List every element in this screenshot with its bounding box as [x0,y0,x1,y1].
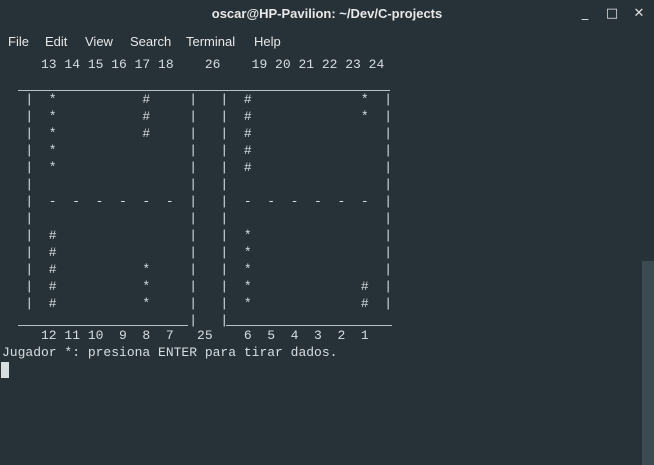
menu-view[interactable]: View [85,34,113,49]
maximize-button[interactable]: □ [603,5,621,23]
title-bar[interactable]: oscar@HP-Pavilion: ~/Dev/C-projects _ □ … [0,0,654,30]
board-row: | * | | # | [2,160,393,175]
board-row: | * # | | # * | [2,109,393,124]
menu-edit[interactable]: Edit [45,34,67,49]
text-cursor [1,362,9,378]
menu-terminal[interactable]: Terminal [186,34,235,49]
minimize-button[interactable]: _ [576,5,594,23]
close-button[interactable]: ✕ [630,5,648,23]
board-row: | | | | [2,211,393,226]
board-row: | # | | * | [2,245,393,260]
terminal-output[interactable]: 13 14 15 16 17 18 26 19 20 21 22 23 24 |… [0,54,641,465]
menu-file[interactable]: File [8,34,29,49]
board-bottom-border-left [18,325,188,326]
board-bottom-border-right [226,325,392,326]
board-row: | | | | [2,177,393,192]
board-row: | * # | | # * | [2,92,393,107]
board-top-border [18,90,390,91]
board-row: | # * | | * # | [2,296,393,311]
board-row: | * # | | # | [2,126,393,141]
prompt-message: Jugador *: presiona ENTER para tirar dad… [2,345,338,360]
menu-help[interactable]: Help [254,34,281,49]
board-row: | * | | # | [2,143,393,158]
board-middle-row: | - - - - - - | | - - - - - - | [2,194,393,209]
terminal-window: oscar@HP-Pavilion: ~/Dev/C-projects _ □ … [0,0,654,465]
bottom-point-numbers: 12 11 10 9 8 7 25 6 5 4 3 2 1 [2,328,369,343]
window-title: oscar@HP-Pavilion: ~/Dev/C-projects [211,6,443,21]
board-row: | # | | * | [2,228,393,243]
board-row: | # * | | * | [2,262,393,277]
menu-bar: File Edit View Search Terminal Help [0,30,654,54]
board-row: | # * | | * # | [2,279,393,294]
scrollbar-thumb[interactable] [642,261,654,465]
menu-search[interactable]: Search [130,34,171,49]
top-point-numbers: 13 14 15 16 17 18 26 19 20 21 22 23 24 [2,57,385,72]
